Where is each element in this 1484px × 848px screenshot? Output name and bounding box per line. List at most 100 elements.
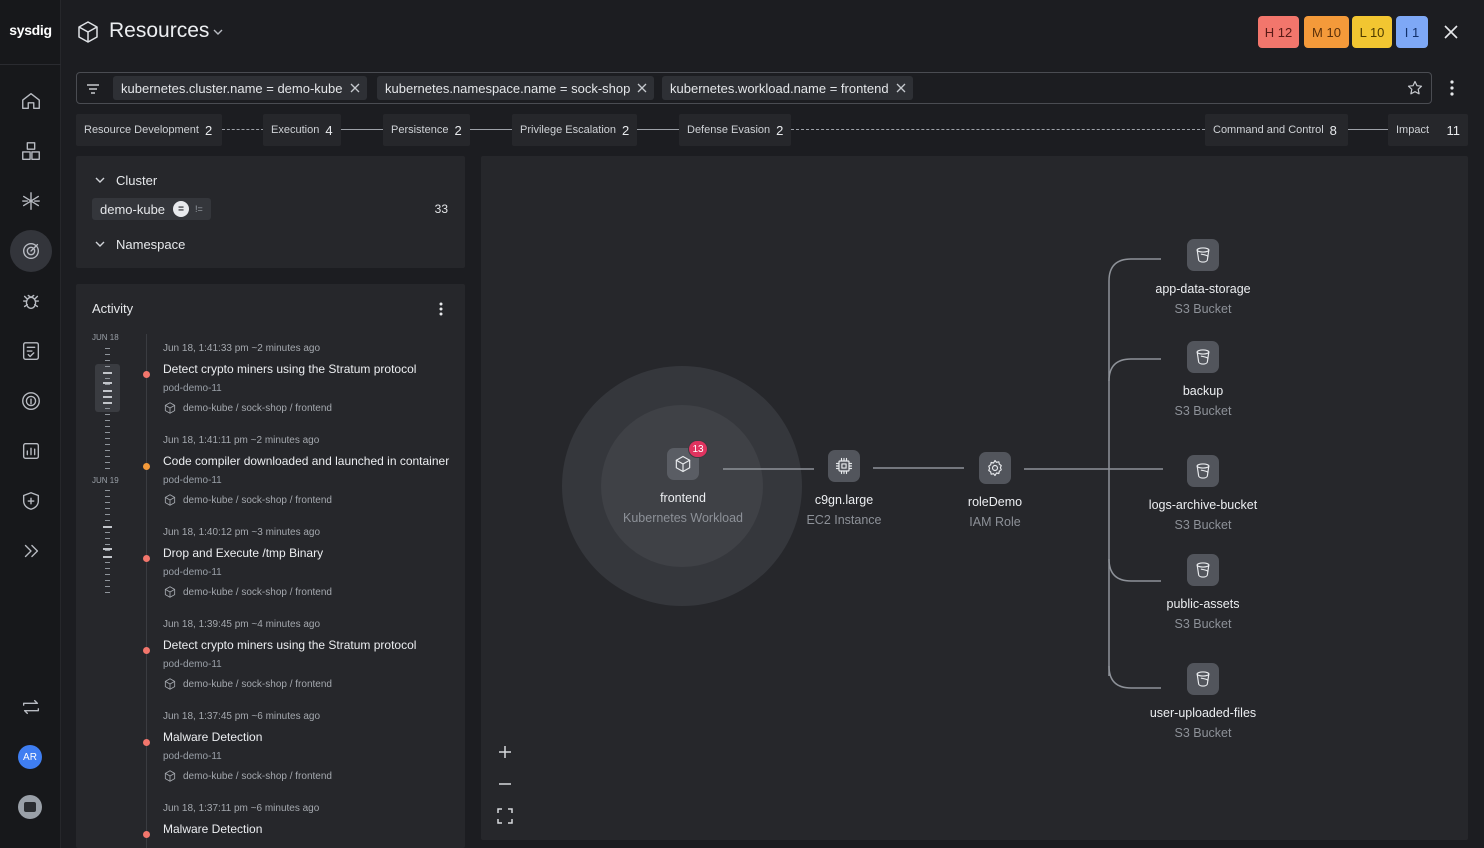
activity-title-text[interactable]: Detect crypto miners using the Stratum p… [163,638,458,652]
timeline-tick [105,450,110,451]
more-vertical-icon[interactable] [434,300,448,318]
activity-item[interactable]: Jun 18, 1:39:45 pm ~4 minutes ago Detect … [143,619,458,691]
bucket-node-label[interactable]: public-assets [1103,597,1303,611]
activity-title-text[interactable]: Drop and Execute /tmp Binary [163,546,458,560]
resource-graph[interactable]: 13 frontend Kubernetes Workload c9gn.lar… [481,156,1468,840]
nav-expand[interactable] [10,530,52,572]
filter-chip-cluster[interactable]: kubernetes.cluster.name = demo-kube [113,76,367,100]
chevron-down-icon[interactable] [94,174,106,186]
tactic-command-and-control[interactable]: Command and Control 8 [1205,114,1348,146]
tactic-defense-evasion[interactable]: Defense Evasion 2 [679,114,791,146]
activity-title-text[interactable]: Detect crypto miners using the Stratum p… [163,362,458,376]
filter-chip-namespace[interactable]: kubernetes.namespace.name = sock-shop [377,76,655,100]
timeline-tick [105,550,110,551]
severity-medium-badge[interactable]: M 10 [1304,16,1349,48]
filter-chip-workload[interactable]: kubernetes.workload.name = frontend [662,76,913,100]
activity-item[interactable]: Jun 18, 1:37:11 pm ~6 minutes ago Malware… [143,803,458,838]
severity-dot [143,555,150,562]
remove-filter-icon[interactable] [889,76,913,100]
bucket-node-label[interactable]: logs-archive-bucket [1103,498,1303,512]
bucket-node-label[interactable]: app-data-storage [1103,282,1303,296]
bucket-node-icon[interactable] [1187,554,1219,586]
tactic-connector [222,129,264,130]
activity-pod: pod-demo-11 [163,567,222,578]
nav-home[interactable] [10,80,52,122]
close-icon[interactable] [1441,22,1461,42]
tactic-privilege-escalation[interactable]: Privilege Escalation 2 [512,114,637,146]
activity-timeline[interactable]: JUN 18 JUN 19 [76,330,136,600]
nav-compliance[interactable] [10,330,52,372]
bucket-node-icon[interactable] [1187,341,1219,373]
sysdig-logo[interactable]: sysdig [0,22,61,38]
chevron-down-icon[interactable] [212,26,224,38]
timeline-tick [105,520,110,521]
nav-policies[interactable] [10,480,52,522]
cluster-value-chip[interactable]: demo-kube = != [92,198,211,220]
page-title[interactable]: Resources [109,19,209,43]
chart-icon [22,442,40,460]
tactic-impact[interactable]: Impact 11 [1388,114,1468,146]
alert-count-badge: 13 [688,440,708,458]
bucket-node-label[interactable]: backup [1103,384,1303,398]
tactic-connector [1348,129,1388,130]
tactic-execution[interactable]: Execution 4 [263,114,341,146]
nav-threats[interactable] [10,230,52,272]
filter-icon[interactable] [85,81,101,97]
tactic-label: Command and Control [1213,124,1324,136]
severity-high-badge[interactable]: H 12 [1258,16,1299,48]
activity-item[interactable]: Jun 18, 1:37:45 pm ~6 minutes ago Malware… [143,711,458,783]
activity-title-text[interactable]: Malware Detection [163,730,458,744]
timeline-tick [105,538,110,539]
activity-item[interactable]: Jun 18, 1:40:12 pm ~3 minutes ago Drop an… [143,527,458,599]
tactic-count: 2 [204,122,213,138]
help-chat-icon[interactable] [18,795,42,819]
tactic-label: Persistence [391,124,449,136]
bucket-node-icon[interactable] [1187,239,1219,271]
more-vertical-icon[interactable] [1444,78,1460,98]
fit-view-icon[interactable] [495,806,515,826]
nav-reports[interactable] [10,430,52,472]
nav-inventory[interactable] [10,130,52,172]
tactic-resource-development[interactable]: Resource Development 2 [76,114,222,146]
severity-low-badge[interactable]: L 10 [1352,16,1392,48]
remove-filter-icon[interactable] [630,76,654,100]
activity-pod: pod-demo-11 [163,383,222,394]
bucket-node-icon[interactable] [1187,663,1219,695]
severity-info-badge[interactable]: I 1 [1396,16,1428,48]
bucket-icon [1196,562,1210,578]
user-avatar[interactable]: AR [18,745,42,769]
role-node-icon[interactable] [979,452,1011,484]
header: Resources H 12 M 10 L 10 I 1 [61,0,1484,64]
equals-toggle[interactable]: = [173,201,190,217]
timeline-tick [105,496,110,497]
zoom-in-icon[interactable] [495,742,515,762]
bucket-icon [1196,671,1210,687]
star-icon[interactable] [1407,80,1423,96]
activity-item[interactable]: Jun 18, 1:41:11 pm ~2 minutes ago Code co… [143,435,458,507]
nav-integrations[interactable] [10,180,52,222]
tactic-persistence[interactable]: Persistence 2 [383,114,470,146]
activity-title-text[interactable]: Code compiler downloaded and launched in… [163,454,458,468]
bucket-node-type: S3 Bucket [1174,617,1232,631]
tactic-connector [341,129,383,130]
timeline-tick [105,366,110,367]
remove-filter-icon[interactable] [343,76,367,100]
nav-vulnerabilities[interactable] [10,280,52,322]
bucket-node-label[interactable]: user-uploaded-files [1103,706,1303,720]
activity-item[interactable]: Jun 18, 1:41:33 pm ~2 minutes ago Detect … [143,343,458,415]
nav-switch[interactable] [10,686,52,728]
tactic-count: 2 [454,122,462,138]
activity-title-text[interactable]: Malware Detection [163,822,458,836]
filter-bar[interactable]: kubernetes.cluster.name = demo-kube kube… [76,72,1432,104]
not-equals-toggle[interactable]: != [195,204,203,214]
namespace-section-title[interactable]: Namespace [116,237,185,252]
role-node-label[interactable]: roleDemo [895,495,1095,509]
tactic-label: Resource Development [84,124,199,136]
nav-identity[interactable] [10,380,52,422]
ec2-node-icon[interactable] [828,450,860,482]
gear-icon [988,459,1002,477]
chevron-down-icon[interactable] [94,238,106,250]
cluster-section-title[interactable]: Cluster [116,173,157,188]
bucket-node-icon[interactable] [1187,455,1219,487]
zoom-out-icon[interactable] [495,774,515,794]
